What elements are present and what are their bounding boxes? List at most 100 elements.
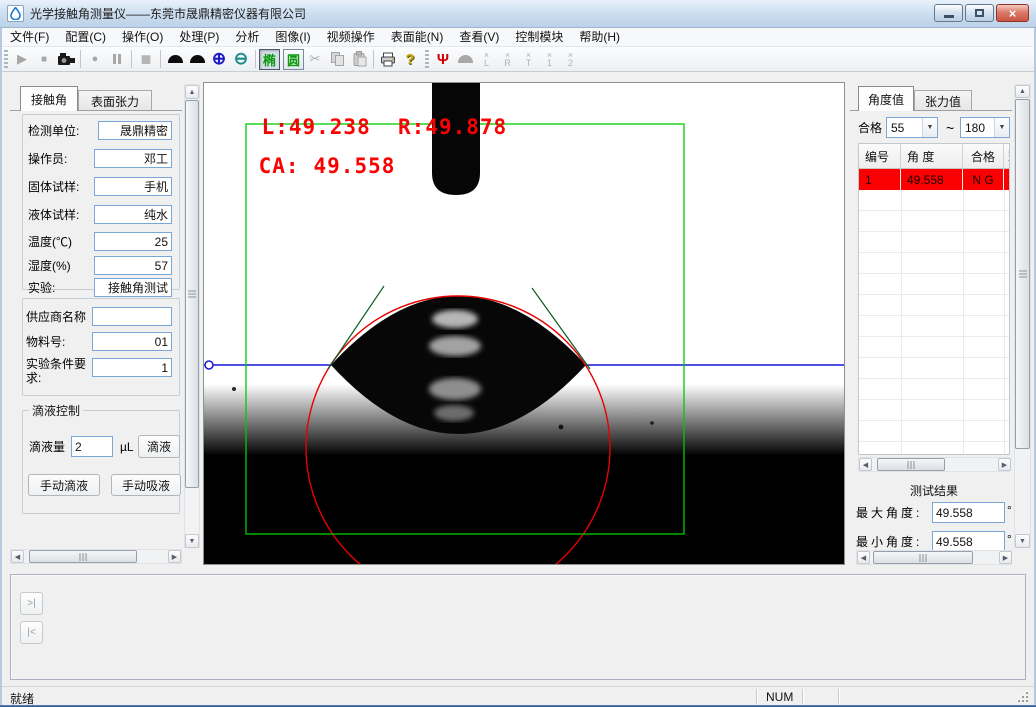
menu-video-ops[interactable]: 视频操作: [319, 28, 383, 46]
printer-icon: [380, 52, 397, 67]
close-button[interactable]: ×: [996, 4, 1029, 22]
camera-button[interactable]: [55, 49, 77, 69]
print-button[interactable]: [377, 49, 399, 69]
vscroll-thumb[interactable]: [185, 100, 199, 488]
menu-image[interactable]: 图像(I): [267, 28, 318, 46]
cut-left-button[interactable]: × L: [476, 49, 497, 69]
menu-analyze[interactable]: 分析: [227, 28, 267, 46]
menu-view[interactable]: 查看(V): [451, 28, 507, 46]
supplier-field[interactable]: [92, 307, 172, 326]
play-button[interactable]: ▶: [11, 49, 33, 69]
resize-grip[interactable]: [1016, 690, 1028, 702]
ellipse-fit-button[interactable]: 椭: [259, 49, 280, 70]
pass-min-combo[interactable]: 55 ▼: [886, 117, 938, 138]
detect-unit-field[interactable]: 晟鼎精密: [98, 121, 172, 140]
menu-process[interactable]: 处理(P): [171, 28, 227, 46]
condition-field[interactable]: 1: [92, 358, 172, 377]
video-canvas[interactable]: L:49.238 R:49.878 CA:49.558: [203, 82, 845, 565]
circle-fit-button[interactable]: 圆: [283, 49, 304, 70]
scroll-right-button[interactable]: ▶: [999, 551, 1012, 564]
hscroll-thumb[interactable]: [29, 550, 137, 563]
menu-operate[interactable]: 操作(O): [114, 28, 171, 46]
scroll-down-button[interactable]: ▼: [1015, 534, 1030, 548]
toolbar-grip: [4, 50, 8, 68]
help-button[interactable]: ?: [399, 49, 421, 69]
cut-button[interactable]: ✂: [304, 49, 326, 69]
max-angle-field[interactable]: 49.558: [932, 502, 1005, 523]
dropdown-arrow-icon[interactable]: ▼: [994, 118, 1009, 137]
cut-right-button[interactable]: × R: [497, 49, 518, 69]
minimize-button[interactable]: [934, 4, 963, 22]
solid-sample-field[interactable]: 手机: [94, 177, 172, 196]
table-hscroll[interactable]: ◀ ▶: [858, 457, 1010, 472]
menu-help[interactable]: 帮助(H): [571, 28, 628, 46]
results-table[interactable]: 编号 角 度 合格 现 1 49.558 N G 2: [858, 143, 1010, 455]
left-panel-vscroll[interactable]: ▲ ▼: [184, 84, 200, 548]
record-button[interactable]: ●: [84, 49, 106, 69]
menu-file[interactable]: 文件(F): [2, 28, 57, 46]
temperature-field[interactable]: 25: [94, 232, 172, 251]
cut-top-button[interactable]: × T: [518, 49, 539, 69]
left-panel-hscroll[interactable]: ◀ ▶: [10, 549, 182, 564]
hscroll-thumb[interactable]: [877, 458, 945, 471]
humidity-field[interactable]: 57: [94, 256, 172, 275]
scroll-up-button[interactable]: ▲: [1015, 85, 1030, 98]
drop-control-title: 滴液控制: [29, 402, 83, 419]
drop-volume-input[interactable]: 2: [71, 436, 113, 457]
scroll-down-button[interactable]: ▼: [185, 534, 199, 548]
min-angle-field[interactable]: 49.558: [932, 531, 1005, 552]
cut-1-button[interactable]: × 1: [539, 49, 560, 69]
menu-surface-energy[interactable]: 表面能(N): [383, 28, 452, 46]
dropdown-arrow-icon[interactable]: ▼: [922, 118, 937, 137]
col-pass: 合格: [963, 144, 1004, 168]
status-separator: [838, 689, 839, 704]
camera-icon: [57, 52, 76, 67]
liquid-sample-field[interactable]: 纯水: [94, 205, 172, 224]
scroll-left-button[interactable]: ◀: [859, 458, 872, 471]
cut-2-button[interactable]: × 2: [560, 49, 581, 69]
right-arrow-icon: ▶: [172, 553, 177, 561]
hscroll-thumb[interactable]: [873, 551, 973, 564]
scroll-up-button[interactable]: ▲: [185, 85, 199, 99]
wash-needle-button[interactable]: Ψ: [432, 49, 454, 69]
operator-field[interactable]: 邓工: [94, 149, 172, 168]
vscroll-thumb[interactable]: [1015, 99, 1030, 449]
manual-drop-button[interactable]: 手动滴液: [28, 474, 100, 496]
step-forward-button[interactable]: >|: [20, 592, 43, 615]
crosshair-circle-button[interactable]: ⊕: [208, 49, 230, 69]
experiment-field[interactable]: 接触角测试: [94, 278, 172, 297]
scroll-left-button[interactable]: ◀: [11, 550, 24, 563]
pause-button[interactable]: [106, 49, 128, 69]
status-separator: [756, 689, 757, 704]
step-back-button[interactable]: |<: [20, 621, 43, 644]
manual-suck-button[interactable]: 手动吸液: [111, 474, 181, 496]
tab-surface-tension[interactable]: 表面张力: [78, 90, 152, 111]
material-no-field[interactable]: 01: [92, 332, 172, 351]
table-row[interactable]: 1 49.558 N G 2: [859, 169, 1010, 190]
tab-angle-values[interactable]: 角度值: [858, 86, 914, 111]
drop-button[interactable]: 滴液: [138, 435, 180, 458]
down-arrow-icon: ▼: [1019, 538, 1026, 545]
pass-max-combo[interactable]: 180 ▼: [960, 117, 1010, 138]
stop-capture-button[interactable]: ■: [135, 49, 157, 69]
scroll-left-button[interactable]: ◀: [857, 551, 870, 564]
menu-control-module[interactable]: 控制模块: [507, 28, 571, 46]
scroll-right-button[interactable]: ▶: [998, 458, 1011, 471]
baseline-circle-button[interactable]: ⊖: [230, 49, 252, 69]
copy-button[interactable]: [326, 49, 348, 69]
drop-shape-button-2[interactable]: [186, 49, 208, 69]
maximize-button[interactable]: [965, 4, 994, 22]
field-label: 实验:: [28, 281, 55, 295]
paste-button[interactable]: [348, 49, 370, 69]
angle-readout-line2: CA:49.558: [204, 130, 395, 202]
drop-shape-button[interactable]: [164, 49, 186, 69]
tab-tension-values[interactable]: 张力值: [914, 90, 972, 111]
stop-button[interactable]: ■: [33, 49, 55, 69]
tab-contact-angle[interactable]: 接触角: [20, 86, 78, 111]
scroll-right-button[interactable]: ▶: [168, 550, 181, 563]
right-panel-vscroll[interactable]: ▲ ▼: [1014, 84, 1031, 548]
menu-config[interactable]: 配置(C): [57, 28, 114, 46]
right-panel-hscroll[interactable]: ◀ ▶: [856, 550, 1012, 565]
status-num: NUM: [766, 690, 793, 704]
dome-gray-button[interactable]: [454, 49, 476, 69]
